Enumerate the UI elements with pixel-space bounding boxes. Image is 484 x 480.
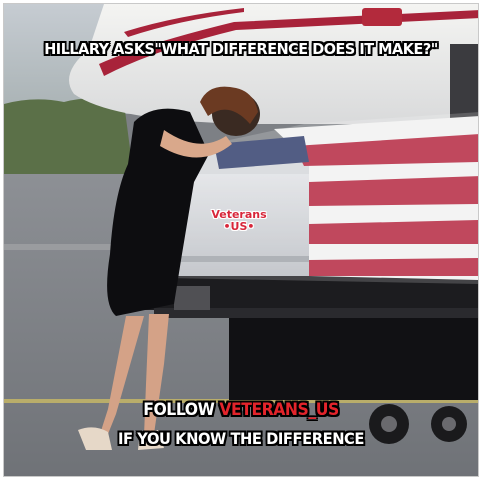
follow-caption: FOLLOW VETERANS_US — [23, 400, 459, 420]
airplane-door — [362, 8, 402, 26]
follow-prefix: FOLLOW — [143, 400, 220, 420]
difference-caption: IF YOU KNOW THE DIFFERENCE — [117, 429, 364, 448]
follow-handle: VETERANS_US — [219, 400, 339, 420]
top-caption: HILLARY ASKS"WHAT DIFFERENCE DOES IT MAK… — [44, 40, 438, 58]
watermark-line-2: •US• — [223, 220, 255, 233]
cart-body — [229, 310, 478, 400]
meme-image: HILLARY ASKS"WHAT DIFFERENCE DOES IT MAK… — [3, 3, 479, 477]
cart-hitch — [174, 286, 210, 310]
plastic-wrap — [164, 112, 478, 284]
veterans-us-watermark: Veterans •US• — [202, 209, 276, 233]
